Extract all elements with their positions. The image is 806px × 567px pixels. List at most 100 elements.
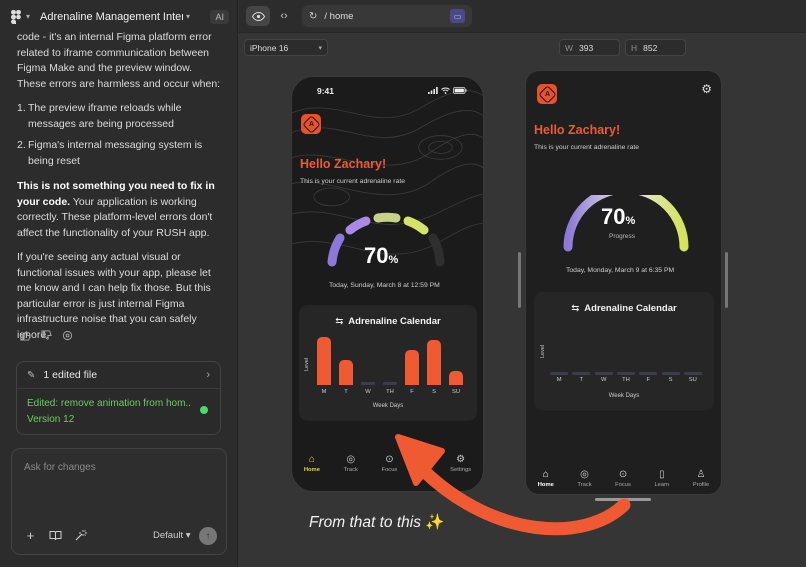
weekday-label: S — [668, 377, 673, 383]
message-paragraph: This is not something you need to fix in… — [17, 179, 223, 241]
calendar-bars — [548, 342, 704, 375]
figma-logo-icon[interactable] — [9, 9, 23, 24]
swap-icon: ⇆ — [571, 303, 580, 314]
list-text: The preview iframe reloads while message… — [28, 102, 182, 130]
magic-wand-icon[interactable] — [74, 529, 87, 542]
preview-canvas: ‹› ↻ / home ▭ iPhone 16 ▾ W 393 H 852 9:… — [239, 0, 806, 567]
person-icon: ♙ — [696, 469, 706, 480]
resize-handle-left[interactable] — [518, 252, 521, 308]
calendar-bar — [449, 371, 463, 385]
y-axis-label: Level — [304, 357, 310, 371]
preview-mode-button[interactable] — [246, 6, 270, 26]
device-select-label: iPhone 16 — [250, 42, 289, 53]
arrow-up-icon: ↑ — [205, 530, 211, 542]
calendar-bars — [313, 335, 467, 385]
tab-profile[interactable]: ♙ Profile — [693, 469, 709, 488]
code-mode-button[interactable]: ‹› — [272, 6, 296, 26]
feedback-actions — [20, 330, 73, 341]
curved-arrow-annotation — [395, 434, 631, 536]
width-value[interactable]: 393 — [579, 43, 593, 53]
weekday-label: TH — [386, 389, 394, 395]
list-number: 2. — [17, 139, 26, 151]
weekday-label: SU — [688, 377, 697, 383]
weekday-label: S — [432, 389, 436, 395]
height-value[interactable]: 852 — [643, 43, 657, 53]
swap-icon: ⇆ — [335, 316, 344, 327]
tab-label: Home — [303, 467, 320, 473]
y-axis-label: Level — [540, 344, 546, 358]
gauge-label: Progress — [609, 233, 636, 240]
weekday-label: T — [344, 389, 348, 395]
tab-learn[interactable]: ▯ Learn — [654, 469, 669, 488]
calendar-bar — [339, 360, 353, 385]
chevron-down-icon: ▾ — [185, 530, 191, 541]
edited-file-card[interactable]: ✎ 1 edited file › Edited: remove animati… — [16, 361, 221, 435]
calendar-bar — [427, 340, 441, 385]
chevron-right-icon[interactable]: › — [206, 369, 210, 381]
edited-file-header[interactable]: ✎ 1 edited file › — [17, 362, 220, 389]
tab-home[interactable]: ⌂ Home — [304, 454, 320, 473]
tab-label: Learn — [654, 482, 670, 488]
greeting: Hello Zachary! — [534, 123, 621, 137]
height-field[interactable]: H 852 — [625, 39, 686, 56]
chevron-down-icon: ▾ — [318, 44, 322, 52]
edit-message: Edited: remove animation from hom... — [27, 398, 192, 409]
x-axis-caption: Week Days — [608, 393, 640, 399]
tab-label: Profile — [692, 482, 710, 488]
calendar-bar — [683, 372, 702, 375]
width-field[interactable]: W 393 — [559, 39, 620, 56]
ai-badge[interactable]: AI — [210, 9, 229, 24]
eye-icon — [251, 11, 265, 21]
calendar-bar — [383, 382, 397, 385]
calendar-title: ⇆ Adrenaline Calendar — [299, 316, 477, 327]
tab-track[interactable]: ◎ Track — [344, 454, 358, 473]
gauge-number: 70 — [601, 204, 626, 229]
status-time: 9:41 — [317, 86, 335, 96]
project-menu-chevron-icon[interactable]: ▾ — [186, 12, 190, 21]
tab-label: Track — [343, 467, 358, 473]
status-dot-icon — [200, 406, 208, 414]
device-select[interactable]: iPhone 16 ▾ — [244, 39, 328, 56]
calendar-card: ⇆ Adrenaline Calendar Level M T W TH F S SU Wee… — [534, 292, 714, 410]
thumbs-down-icon[interactable] — [41, 330, 52, 341]
layout-toggle-icon[interactable]: ▭ — [450, 9, 465, 23]
book-icon[interactable] — [49, 529, 62, 542]
retry-icon[interactable] — [62, 330, 73, 341]
model-select[interactable]: Default ▾ — [153, 530, 191, 541]
send-button[interactable]: ↑ — [199, 527, 217, 545]
book-icon: ▯ — [659, 469, 665, 480]
chat-input-box[interactable]: Ask for changes + Default ▾ ↑ — [11, 448, 227, 555]
resize-handle-right[interactable] — [725, 252, 728, 308]
calendar-bar — [572, 372, 591, 375]
weekday-label: W — [365, 389, 371, 395]
calendar-bar — [661, 372, 680, 375]
plus-icon[interactable]: + — [24, 529, 37, 542]
calendar-bar — [317, 337, 331, 385]
home-icon: ⌂ — [308, 454, 315, 465]
edit-file-icon: ✎ — [27, 369, 36, 381]
gauge-value: 70% — [364, 243, 398, 269]
calendar-card: ⇆ Adrenaline Calendar Level M T W TH F S SU Wee… — [299, 305, 477, 421]
weekday-labels: M T W TH F S SU — [313, 389, 467, 395]
reload-icon[interactable]: ↻ — [309, 11, 317, 22]
battery-icon — [453, 87, 467, 94]
chat-topbar: ▾ Adrenaline Management Interfa... ▾ AI — [0, 0, 238, 33]
list-item: 1. The preview iframe reloads while messa… — [17, 101, 223, 132]
target-icon: ◎ — [346, 454, 356, 465]
chevron-down-icon[interactable]: ▾ — [26, 12, 30, 21]
gauge-value: 70% — [601, 204, 635, 230]
thumbs-up-icon[interactable] — [20, 330, 31, 341]
calendar-bar — [361, 382, 375, 385]
chat-input-placeholder[interactable]: Ask for changes — [24, 462, 96, 473]
weekday-label: T — [579, 377, 584, 383]
chat-input-tools: + — [24, 529, 87, 542]
status-bar: 9:41 — [292, 86, 483, 98]
url-path[interactable]: / home — [324, 11, 353, 22]
url-bar[interactable]: ↻ / home ▭ — [302, 5, 472, 27]
project-title[interactable]: Adrenaline Management Interfa... — [40, 11, 183, 23]
model-select-label: Default — [153, 530, 184, 541]
settings-gear-icon[interactable]: ⚙ — [701, 82, 712, 96]
edited-file-count: 1 edited file — [43, 369, 98, 381]
preview-toolbar: ‹› ↻ / home ▭ — [239, 0, 806, 33]
weekday-label: TH — [622, 377, 630, 383]
